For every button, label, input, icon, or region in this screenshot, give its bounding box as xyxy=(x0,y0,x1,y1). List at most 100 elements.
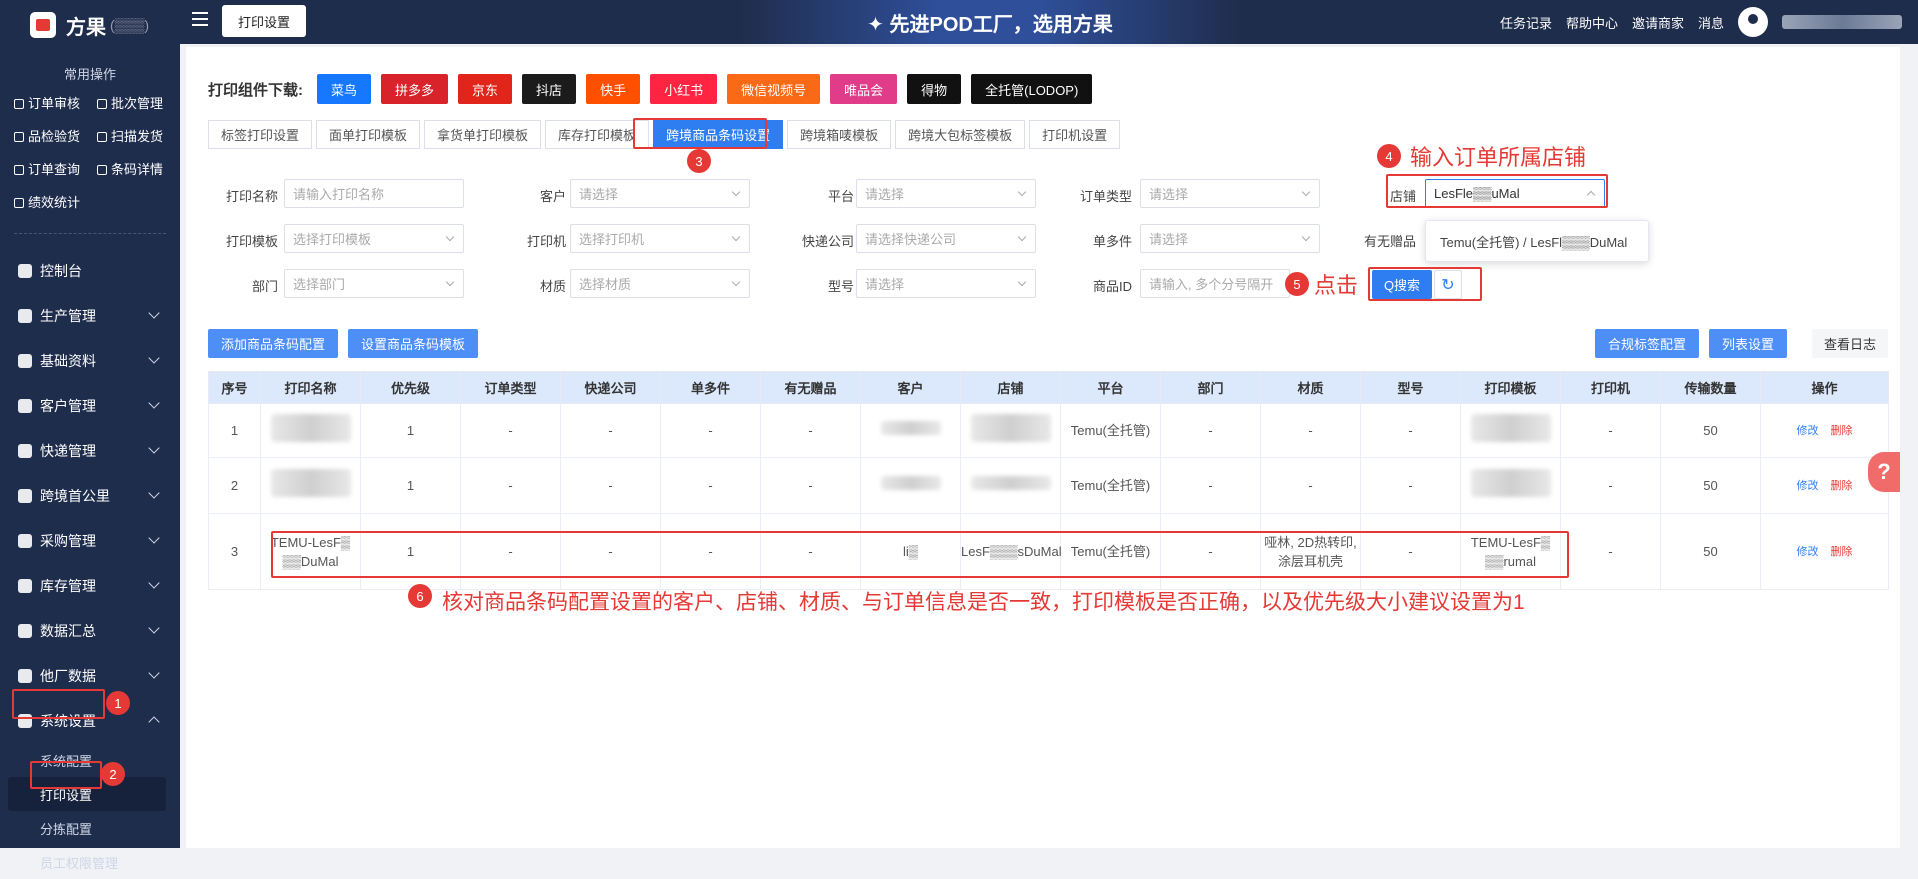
download-douyin-button[interactable]: 抖店 xyxy=(522,74,577,104)
cell-shop xyxy=(960,403,1061,458)
tab-printer-settings[interactable]: 打印机设置 xyxy=(1029,120,1121,149)
query-icon xyxy=(14,165,24,175)
order-type-select[interactable]: 请选择 xyxy=(1140,179,1320,208)
edit-link[interactable]: 修改 xyxy=(1797,425,1819,437)
sidebar: 方果 (▒▒▒) 常用操作 订单审核 批次管理 品检验货 扫描发货 订单查询 条… xyxy=(0,0,180,871)
download-dewu-button[interactable]: 得物 xyxy=(907,74,962,104)
view-log-button[interactable]: 查看日志 xyxy=(1812,329,1888,358)
tab-label-print[interactable]: 标签打印设置 xyxy=(208,120,313,149)
set-barcode-template-button[interactable]: 设置商品条码模板 xyxy=(348,329,478,358)
table-row[interactable]: 1 1 - - - - Temu(全托管) - - - - 50 修改 删除 xyxy=(208,403,1889,458)
single-multi-select[interactable]: 请选择 xyxy=(1140,224,1320,253)
hand-icon xyxy=(18,668,32,683)
menu-customer[interactable]: 客户管理 xyxy=(0,383,180,428)
cell-ops: 修改 删除 xyxy=(1760,513,1889,590)
main-panel: 打印组件下载: 菜鸟 拼多多 京东 抖店 快手 小红书 微信视频号 唯品会 得物… xyxy=(186,47,1900,848)
tab-carton-mark-template[interactable]: 跨境箱唛模板 xyxy=(787,120,892,149)
model-select[interactable]: 请选择 xyxy=(856,269,1036,298)
chevron-down-icon xyxy=(148,577,160,589)
cell-print-name xyxy=(260,457,361,514)
sub-sorting-config[interactable]: 分拣配置 xyxy=(0,811,180,845)
checkbox-icon xyxy=(14,99,24,109)
quick-order-review[interactable]: 订单审核 xyxy=(14,93,97,112)
page-tab-print-settings[interactable]: 打印设置 xyxy=(222,5,307,37)
download-cainiao-button[interactable]: 菜鸟 xyxy=(317,74,372,104)
help-float-icon[interactable]: ? xyxy=(1868,452,1900,492)
customer-select[interactable]: 请选择 xyxy=(570,179,750,208)
list-settings-button[interactable]: 列表设置 xyxy=(1709,329,1787,358)
chart-icon xyxy=(14,198,24,208)
platform-select[interactable]: 请选择 xyxy=(856,179,1036,208)
edit-link[interactable]: 修改 xyxy=(1797,546,1819,558)
chevron-down-icon xyxy=(148,397,160,409)
quick-inspect[interactable]: 品检验货 xyxy=(14,126,97,145)
task-records-link[interactable]: 任务记录 xyxy=(1500,13,1552,32)
download-kuaishou-button[interactable]: 快手 xyxy=(586,74,641,104)
add-barcode-config-button[interactable]: 添加商品条码配置 xyxy=(208,329,338,358)
tab-waybill-template[interactable]: 面单打印模板 xyxy=(316,120,421,149)
edit-link[interactable]: 修改 xyxy=(1797,480,1819,492)
print-name-label: 打印名称 xyxy=(225,189,278,204)
download-jd-button[interactable]: 京东 xyxy=(458,74,513,104)
menu-production[interactable]: 生产管理 xyxy=(0,293,180,338)
cell-printer: - xyxy=(1560,403,1661,458)
quick-title: 常用操作 xyxy=(63,67,116,82)
col-header: 操作 xyxy=(1760,371,1889,404)
download-xiaohongshu-button[interactable]: 小红书 xyxy=(650,74,718,104)
quick-batch-manage[interactable]: 批次管理 xyxy=(97,93,180,112)
quick-performance[interactable]: 绩效统计 xyxy=(14,192,97,211)
messages-link[interactable]: 消息 xyxy=(1698,13,1724,32)
chevron-down-icon xyxy=(148,442,160,454)
delete-link[interactable]: 删除 xyxy=(1831,425,1853,437)
annotation-badge-3: 3 xyxy=(687,149,711,173)
table-row[interactable]: 2 1 - - - - Temu(全托管) - - - - 50 修改 删除 xyxy=(208,457,1889,514)
download-lodop-button[interactable]: 全托管(LODOP) xyxy=(971,74,1093,104)
user-name-blurred[interactable] xyxy=(1782,15,1902,29)
download-pdd-button[interactable]: 拼多多 xyxy=(381,74,449,104)
menu-express[interactable]: 快递管理 xyxy=(0,428,180,473)
logo[interactable]: 方果 (▒▒▒) xyxy=(0,0,180,50)
chevron-down-icon xyxy=(1017,232,1027,242)
col-header: 打印名称 xyxy=(260,371,361,404)
menu-purchase[interactable]: 采购管理 xyxy=(0,518,180,563)
tab-pickup-template[interactable]: 拿货单打印模板 xyxy=(424,120,542,149)
blurred-text xyxy=(270,469,351,497)
delete-link[interactable]: 删除 xyxy=(1831,546,1853,558)
col-header: 型号 xyxy=(1360,371,1461,404)
barcode-icon xyxy=(97,165,107,175)
delete-link[interactable]: 删除 xyxy=(1831,480,1853,492)
download-vip-button[interactable]: 唯品会 xyxy=(830,74,898,104)
dept-select[interactable]: 选择部门 xyxy=(284,269,464,298)
material-select[interactable]: 选择材质 xyxy=(570,269,750,298)
quick-scan-ship[interactable]: 扫描发货 xyxy=(97,126,180,145)
template-select[interactable]: 选择打印模板 xyxy=(284,224,464,253)
menu-inventory[interactable]: 库存管理 xyxy=(0,563,180,608)
printer-select[interactable]: 选择打印机 xyxy=(570,224,750,253)
menu-cross-border[interactable]: 跨境首公里 xyxy=(0,473,180,518)
tab-big-package-template[interactable]: 跨境大包标签模板 xyxy=(895,120,1026,149)
chevron-down-icon xyxy=(148,667,160,679)
product-id-input[interactable]: 请输入, 多个分号隔开 xyxy=(1140,269,1290,298)
cell-customer xyxy=(860,457,961,514)
invite-merchant-link[interactable]: 邀请商家 xyxy=(1632,13,1684,32)
printer-label: 打印机 xyxy=(526,234,566,249)
print-name-input[interactable]: 请输入打印名称 xyxy=(284,179,464,208)
shop-dropdown-option[interactable]: Temu(全托管) / LesFl▒▒▒DuMal xyxy=(1425,220,1649,262)
quick-barcode-detail[interactable]: 条码详情 xyxy=(97,159,180,178)
download-wechat-channels-button[interactable]: 微信视频号 xyxy=(727,74,821,104)
express-select[interactable]: 请选择快递公司 xyxy=(856,224,1036,253)
compliance-label-button[interactable]: 合规标签配置 xyxy=(1595,329,1699,358)
user-icon xyxy=(18,398,32,413)
menu-data-summary[interactable]: 数据汇总 xyxy=(0,608,180,653)
col-header: 打印机 xyxy=(1560,371,1661,404)
avatar[interactable] xyxy=(1738,7,1768,37)
annotation-badge-5: 5 xyxy=(1285,272,1309,296)
menu-basic-data[interactable]: 基础资料 xyxy=(0,338,180,383)
annotation-text-5: 点击 xyxy=(1314,273,1359,298)
sub-employee-permissions[interactable]: 员工权限管理 xyxy=(0,845,180,879)
quick-order-query[interactable]: 订单查询 xyxy=(14,159,97,178)
menu-dashboard[interactable]: 控制台 xyxy=(0,248,180,293)
help-center-link[interactable]: 帮助中心 xyxy=(1566,13,1618,32)
factory-icon xyxy=(18,308,32,323)
menu-toggle-icon[interactable] xyxy=(192,12,208,26)
